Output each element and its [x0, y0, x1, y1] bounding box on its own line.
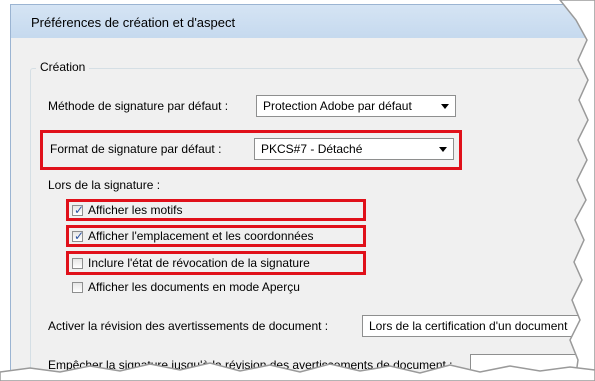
- preview-mode-checkbox[interactable]: Afficher les documents en mode Aperçu: [72, 280, 362, 296]
- show-reasons-checkbox[interactable]: ✓ Afficher les motifs: [72, 203, 362, 219]
- creation-group-legend: Création: [36, 60, 90, 74]
- preferences-dialog: Préférences de création et d'aspect Créa…: [0, 0, 595, 381]
- signing-method-value: Protection Adobe par défaut: [263, 99, 412, 113]
- include-revocation-checkbox[interactable]: Inclure l'état de révocation de la signa…: [72, 256, 362, 272]
- chevron-down-icon: [439, 147, 447, 152]
- signing-format-label: Format de signature par défaut :: [50, 142, 222, 156]
- checkmark-icon: ✓: [74, 203, 85, 217]
- checkbox-box: ✓: [72, 229, 85, 243]
- signing-method-label: Méthode de signature par défaut :: [48, 99, 229, 113]
- checkbox-label: Afficher l'emplacement et les coordonnée…: [88, 229, 314, 243]
- window-title: Préférences de création et d'aspect: [31, 15, 236, 30]
- checkbox-label: Afficher les documents en mode Aperçu: [88, 280, 300, 294]
- title-bar: Préférences de création et d'aspect: [10, 4, 595, 39]
- on-signing-label: Lors de la signature :: [48, 178, 161, 192]
- chevron-down-icon: [441, 104, 449, 109]
- checkbox-box: [72, 282, 83, 293]
- warnings-review-value: Lors de la certification d'un document: [369, 319, 568, 333]
- signing-method-select[interactable]: Protection Adobe par défaut: [256, 95, 456, 117]
- checkbox-label: Afficher les motifs: [88, 203, 183, 217]
- screenshot: Préférences de création et d'aspect Créa…: [0, 0, 595, 381]
- checkbox-box: [72, 258, 83, 269]
- checkmark-icon: ✓: [74, 229, 85, 243]
- checkbox-box: ✓: [72, 203, 85, 217]
- prevent-signing-select[interactable]: [470, 354, 595, 376]
- checkbox-label: Inclure l'état de révocation de la signa…: [88, 256, 310, 270]
- prevent-signing-label: Empêcher la signature jusqu'à la révisio…: [48, 358, 453, 372]
- signing-format-select[interactable]: PKCS#7 - Détaché: [254, 138, 454, 160]
- show-location-checkbox[interactable]: ✓ Afficher l'emplacement et les coordonn…: [72, 229, 362, 245]
- warnings-review-select[interactable]: Lors de la certification d'un document: [362, 315, 595, 337]
- warnings-review-label: Activer la révision des avertissements d…: [48, 319, 329, 333]
- signing-format-value: PKCS#7 - Détaché: [261, 142, 363, 156]
